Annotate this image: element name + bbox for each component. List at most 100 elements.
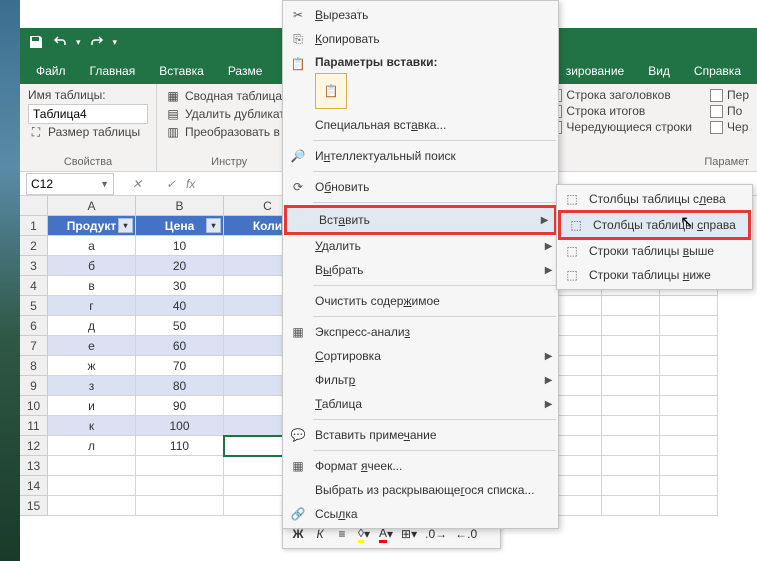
menu-format-cells[interactable]: ▦Формат ячеек... bbox=[283, 454, 558, 478]
cell[interactable]: 10 bbox=[136, 236, 224, 256]
row-header[interactable]: 15 bbox=[20, 496, 48, 516]
cell[interactable] bbox=[602, 376, 660, 396]
cell[interactable]: 80 bbox=[136, 376, 224, 396]
cell[interactable] bbox=[48, 456, 136, 476]
row-header[interactable]: 1 bbox=[20, 216, 48, 236]
cell[interactable] bbox=[602, 436, 660, 456]
cell[interactable] bbox=[660, 416, 718, 436]
tab-review[interactable]: зирование bbox=[554, 58, 636, 84]
menu-insert-comment[interactable]: 💬Вставить примечание bbox=[283, 423, 558, 447]
cell[interactable] bbox=[602, 456, 660, 476]
tab-view[interactable]: Вид bbox=[636, 58, 682, 84]
cell[interactable]: 30 bbox=[136, 276, 224, 296]
select-all-corner[interactable] bbox=[20, 196, 48, 216]
menu-smart-lookup[interactable]: 🔎Интеллектуальный поиск bbox=[283, 144, 558, 168]
row-header[interactable]: 2 bbox=[20, 236, 48, 256]
tab-insert[interactable]: Вставка bbox=[147, 58, 216, 84]
last-col-checkbox[interactable]: По bbox=[710, 104, 749, 118]
cell[interactable]: 100 bbox=[136, 416, 224, 436]
cell[interactable] bbox=[602, 396, 660, 416]
cell[interactable] bbox=[602, 416, 660, 436]
cell[interactable]: к bbox=[48, 416, 136, 436]
row-header[interactable]: 11 bbox=[20, 416, 48, 436]
tab-help[interactable]: Справка bbox=[682, 58, 753, 84]
tab-home[interactable]: Главная bbox=[78, 58, 148, 84]
row-header[interactable]: 12 bbox=[20, 436, 48, 456]
column-header[interactable]: B bbox=[136, 196, 224, 216]
cell[interactable] bbox=[660, 436, 718, 456]
header-row-checkbox[interactable]: Строка заголовков bbox=[549, 88, 692, 102]
cell[interactable]: 110 bbox=[136, 436, 224, 456]
cell[interactable]: 70 bbox=[136, 356, 224, 376]
row-header[interactable]: 10 bbox=[20, 396, 48, 416]
table-name-input[interactable] bbox=[28, 104, 148, 124]
total-row-checkbox[interactable]: Строка итогов bbox=[549, 104, 692, 118]
cell[interactable]: а bbox=[48, 236, 136, 256]
cell[interactable]: и bbox=[48, 396, 136, 416]
remove-duplicates-button[interactable]: ▤Удалить дубликаты bbox=[165, 106, 293, 122]
resize-table-button[interactable]: ⛶Размер таблицы bbox=[28, 124, 148, 140]
cell[interactable] bbox=[660, 316, 718, 336]
tab-layout[interactable]: Разме bbox=[216, 58, 275, 84]
cell[interactable] bbox=[660, 456, 718, 476]
cell[interactable]: б bbox=[48, 256, 136, 276]
cell[interactable]: 60 bbox=[136, 336, 224, 356]
cell[interactable]: 40 bbox=[136, 296, 224, 316]
column-header[interactable]: A bbox=[48, 196, 136, 216]
banded-cols-checkbox[interactable]: Чер bbox=[710, 120, 749, 134]
first-col-checkbox[interactable]: Пер bbox=[710, 88, 749, 102]
menu-link[interactable]: 🔗Ссылка bbox=[283, 502, 558, 526]
banded-rows-checkbox[interactable]: Чередующиеся строки bbox=[549, 120, 692, 134]
menu-sort[interactable]: Сортировка▶ bbox=[283, 344, 558, 368]
menu-pick-from-list[interactable]: Выбрать из раскрывающегося списка... bbox=[283, 478, 558, 502]
filter-button-icon[interactable]: ▾ bbox=[206, 218, 221, 233]
pivot-button[interactable]: ▦Сводная таблица bbox=[165, 88, 293, 104]
table-header-cell[interactable]: Цена▾ bbox=[136, 216, 224, 236]
fx-icon[interactable]: fx bbox=[186, 177, 195, 191]
menu-delete[interactable]: Удалить▶ bbox=[283, 234, 558, 258]
cell[interactable] bbox=[660, 496, 718, 516]
menu-cut[interactable]: ✂Вырезать bbox=[283, 3, 558, 27]
save-icon[interactable] bbox=[28, 34, 44, 50]
cell[interactable] bbox=[602, 476, 660, 496]
submenu-cols-left[interactable]: ⬚Столбцы таблицы слева bbox=[557, 187, 752, 211]
undo-dropdown-icon[interactable]: ▾ bbox=[76, 37, 81, 48]
cell[interactable]: ж bbox=[48, 356, 136, 376]
cell[interactable] bbox=[136, 476, 224, 496]
menu-filter[interactable]: Фильтр▶ bbox=[283, 368, 558, 392]
cell[interactable] bbox=[602, 336, 660, 356]
cell[interactable] bbox=[136, 496, 224, 516]
menu-insert[interactable]: Вставить▶ bbox=[287, 208, 554, 232]
menu-copy[interactable]: ⎘Копировать bbox=[283, 27, 558, 51]
cell[interactable]: 20 bbox=[136, 256, 224, 276]
row-header[interactable]: 13 bbox=[20, 456, 48, 476]
menu-table[interactable]: Таблица▶ bbox=[283, 392, 558, 416]
cell[interactable] bbox=[660, 336, 718, 356]
cell[interactable]: 50 bbox=[136, 316, 224, 336]
row-header[interactable]: 6 bbox=[20, 316, 48, 336]
table-header-cell[interactable]: Продукт▾ bbox=[48, 216, 136, 236]
formula-cancel-button[interactable]: ✕ bbox=[126, 173, 148, 195]
cell[interactable]: е bbox=[48, 336, 136, 356]
cell[interactable]: л bbox=[48, 436, 136, 456]
cell[interactable] bbox=[602, 296, 660, 316]
row-header[interactable]: 14 bbox=[20, 476, 48, 496]
menu-refresh[interactable]: ⟳Обновить bbox=[283, 175, 558, 199]
name-box[interactable]: C12▼ bbox=[26, 173, 114, 195]
cell[interactable]: 90 bbox=[136, 396, 224, 416]
cell[interactable]: д bbox=[48, 316, 136, 336]
row-header[interactable]: 8 bbox=[20, 356, 48, 376]
convert-range-button[interactable]: ▥Преобразовать в bbox=[165, 124, 293, 140]
row-header[interactable]: 3 bbox=[20, 256, 48, 276]
cell[interactable] bbox=[602, 356, 660, 376]
cell[interactable] bbox=[660, 396, 718, 416]
menu-select[interactable]: Выбрать▶ bbox=[283, 258, 558, 282]
cell[interactable] bbox=[48, 496, 136, 516]
menu-quick-analysis[interactable]: ▦Экспресс-анализ bbox=[283, 320, 558, 344]
cell[interactable] bbox=[602, 496, 660, 516]
redo-icon[interactable] bbox=[89, 34, 105, 50]
tab-file[interactable]: Файл bbox=[24, 58, 78, 84]
cell[interactable] bbox=[136, 456, 224, 476]
qat-customize-icon[interactable]: ▾ bbox=[113, 37, 118, 48]
paste-default-button[interactable]: 📋 bbox=[315, 73, 347, 109]
